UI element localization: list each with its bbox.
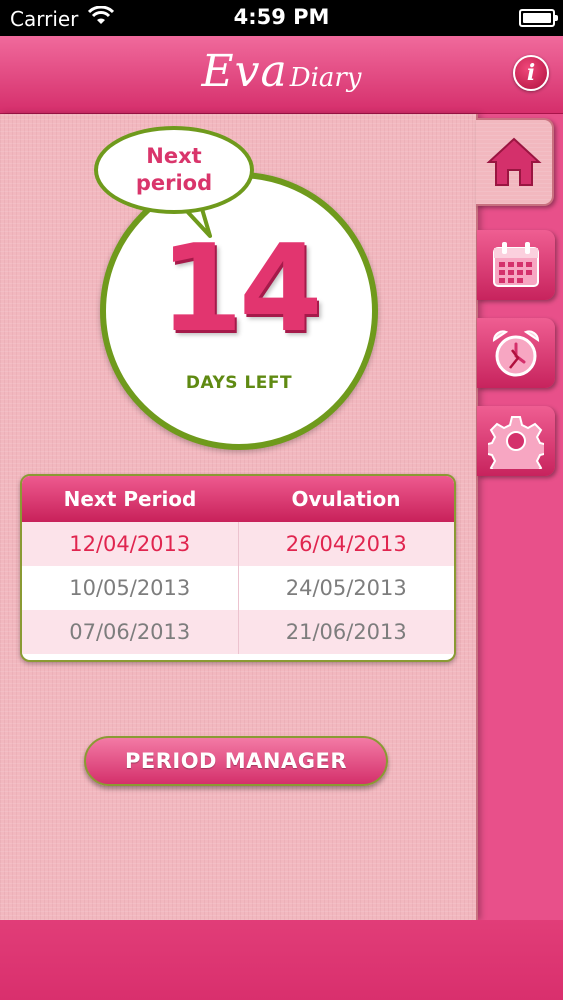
status-time: 4:59 PM [233,5,330,29]
status-bar: Carrier 4:59 PM [0,0,563,36]
alarm-clock-icon [488,326,544,380]
home-icon [486,135,542,189]
table-cell: 26/04/2013 [285,532,407,556]
table-header: Next Period Ovulation [22,476,454,522]
days-counter: 14 DAYS LEFT [100,172,378,450]
table-row[interactable]: 07/06/2013 21/06/2013 [22,610,454,654]
calendar-icon [490,240,542,290]
column-header-next-period: Next Period [63,487,197,511]
tab-alarm[interactable] [477,318,555,388]
info-button[interactable]: i [513,55,549,91]
next-period-bubble: Next period [94,126,254,214]
tab-calendar[interactable] [477,230,555,300]
table-cell: 07/06/2013 [22,610,239,654]
tab-settings[interactable] [477,406,555,476]
gear-icon [488,413,544,469]
bottom-bar [0,920,563,1000]
bubble-line-2: period [135,171,213,195]
battery-icon [519,9,558,27]
app-header: EvaDiary i [0,36,563,114]
table-cell: 24/05/2013 [285,576,407,600]
table-row[interactable]: 10/05/2013 24/05/2013 [22,566,454,610]
logo-sub: Diary [289,63,362,93]
table-cell: 10/05/2013 [22,566,239,610]
table-row[interactable]: 12/04/2013 26/04/2013 [22,522,454,566]
dates-table: Next Period Ovulation 12/04/2013 26/04/2… [20,474,456,662]
logo-main: Eva [201,46,288,97]
table-cell: 21/06/2013 [285,620,407,644]
bubble-line-1: Next [146,143,202,168]
tab-home[interactable] [476,118,554,206]
days-left-label: DAYS LEFT [185,373,293,393]
table-cell: 12/04/2013 [22,522,239,566]
app-logo: EvaDiary [0,46,563,97]
days-number: 14 [159,220,323,359]
period-manager-button[interactable]: PERIOD MANAGER [84,736,388,786]
column-header-ovulation: Ovulation [291,487,401,511]
